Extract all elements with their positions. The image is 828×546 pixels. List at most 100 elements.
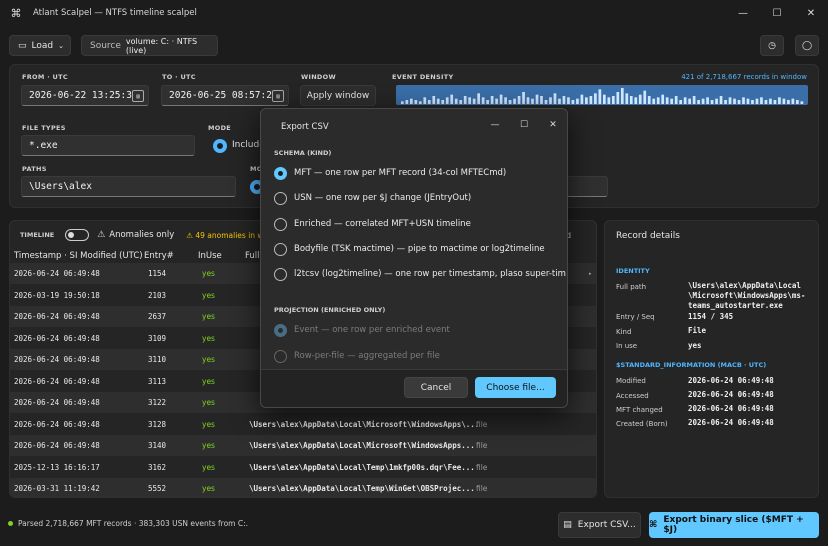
timeline-title: TIMELINE [20,231,55,239]
density-bar [481,97,485,104]
accessed-key: Accessed [616,392,649,400]
cell-entry: 3110 [148,355,167,364]
table-row[interactable]: 2025-12-13 16:16:17 3162 yes \Users\alex\Ap… [10,457,596,478]
minimize-icon[interactable]: — [726,0,760,26]
choose-file-button[interactable]: Choose file... [475,377,556,398]
dialog-close-icon[interactable]: ✕ [539,115,567,135]
density-bar [580,94,584,104]
modified-key: Modified [616,377,646,385]
record-title: Record details [616,231,680,241]
density-bar [643,90,647,104]
cell-entry: 2637 [148,312,167,321]
density-bar [531,98,534,104]
from-input[interactable]: 2026-06-22 13:25:36 ▦ [21,85,149,106]
calendar-icon[interactable]: ▦ [132,90,144,102]
radio[interactable] [274,191,287,205]
title-bar: ⌘ Atlant Scalpel — NTFS timeline scalpel… [0,0,828,26]
density-bar [571,100,575,104]
mode-include-radio[interactable] [213,139,227,153]
density-bar [647,96,651,104]
density-bar [423,97,427,104]
density-bar [782,98,786,104]
schema-option-l2tcsv[interactable]: l2tcsv (log2timeline) — one row per time… [274,265,569,283]
to-input[interactable]: 2026-06-25 08:57:22 ▦ [161,85,289,106]
dialog-maximize-icon[interactable]: ☐ [510,115,538,135]
density-bar [585,97,588,104]
radio[interactable] [274,217,287,231]
export-csv-dialog: Export CSV — ☐ ✕ SCHEMA (KIND) MFT — one… [260,108,568,408]
density-bar [764,100,768,104]
table-row[interactable]: 2026-03-31 11:19:42 5552 yes \Users\alex\Ap… [10,478,596,497]
from-value: 2026-06-22 13:25:36 [29,90,138,101]
table-row[interactable]: 2026-06-24 06:49:48 3140 yes \Users\alex\Ap… [10,435,596,456]
history-button[interactable]: ◷ [760,35,784,56]
dialog-title: Export CSV [281,122,329,132]
col-fullpath[interactable]: Full [245,251,260,261]
cancel-button[interactable]: Cancel [404,377,468,398]
density-bar [544,100,548,104]
option-label: MFT — one row per MFT record (34-col MFT… [294,168,507,178]
cell-entry: 3113 [148,376,167,386]
density-bar [589,96,593,104]
apply-window-button[interactable]: Apply window [300,85,376,106]
radio-selected[interactable] [274,166,287,180]
density-bar [746,98,750,104]
density-bar [791,98,795,104]
cell-kind: file [476,462,488,472]
dialog-minimize-icon[interactable]: — [481,115,509,135]
cell-entry: 3109 [148,333,167,343]
load-button[interactable]: ▭ Load ⌄ [9,35,71,56]
col-timestamp[interactable]: Timestamp · SI Modified (UTC) [14,251,143,261]
schema-option-enriched[interactable]: Enriched — correlated MFT+USN timeline [274,215,569,233]
source-chip[interactable]: Source volume: C: · NTFS (live) [81,35,218,56]
maximize-icon[interactable]: ☐ [760,0,794,26]
option-label: l2tcsv (log2timeline) — one row per time… [294,269,566,279]
file-types-input[interactable]: *.exe [21,135,195,156]
density-bar [607,97,611,104]
cell-path: \Users\alex\AppData\Local\Temp\1mkfp00s.… [249,462,475,472]
density-bar [405,100,409,104]
schema-option-mft[interactable]: MFT — one row per MFT record (34-col MFT… [274,164,569,182]
paths-input[interactable]: \Users\alex [21,176,236,197]
density-bar [598,89,602,104]
density-bar [450,94,454,104]
col-entry[interactable]: Entry# [144,251,174,261]
projection-option-event: Event — one row per enriched event [274,321,569,339]
cell-path: \Users\alex\AppData\Local\Microsoft\Wind… [249,419,480,429]
file-types-label: FILE TYPES [22,124,66,132]
calendar-icon[interactable]: ▦ [272,90,284,102]
density-histogram[interactable] [396,85,808,105]
density-bar [562,96,566,104]
export-csv-label: Export CSV... [577,520,636,530]
density-bar [508,100,512,104]
scalpel-app-icon: ⌘ [10,6,22,20]
extra-filter-input[interactable] [566,176,608,197]
status-text: Parsed 2,718,667 MFT records · 383,303 U… [18,519,249,528]
density-bar [620,88,624,104]
mode-label: MODE [208,124,232,132]
schema-option-usn[interactable]: USN — one row per $J change (JEntryOut) [274,189,569,207]
export-binary-button[interactable]: ⌘ Export binary slice ($MFT + $J) [649,512,819,538]
cell-timestamp: 2026-03-31 11:19:42 [14,484,100,493]
schema-option-bodyfile[interactable]: Bodyfile (TSK mactime) — pipe to mactime… [274,240,569,258]
density-bar [513,98,516,104]
scroll-arrow-icon[interactable]: ▸ [589,271,592,277]
density-bar [454,98,458,104]
close-icon[interactable]: ✕ [794,0,828,26]
cell-timestamp: 2026-06-24 06:49:48 [14,419,100,429]
density-bar [549,97,552,104]
density-bar [688,98,691,104]
density-bar [553,93,557,104]
radio[interactable] [274,267,287,281]
option-label: USN — one row per $J change (JEntryOut) [294,193,472,203]
anomalies-toggle[interactable] [65,229,90,241]
density-bar [638,94,642,104]
status-indicator [8,521,13,526]
col-inuse[interactable]: InUse [198,251,222,261]
theme-button[interactable]: ◯ [795,35,819,56]
export-csv-button[interactable]: ▤ Export CSV... [558,512,641,538]
table-row[interactable]: 2026-06-24 06:49:48 3128 yes \Users\alex\Ap… [10,414,596,435]
radio[interactable] [274,242,287,256]
density-bar [629,96,633,104]
cell-timestamp: 2026-06-24 06:49:48 [14,398,100,407]
